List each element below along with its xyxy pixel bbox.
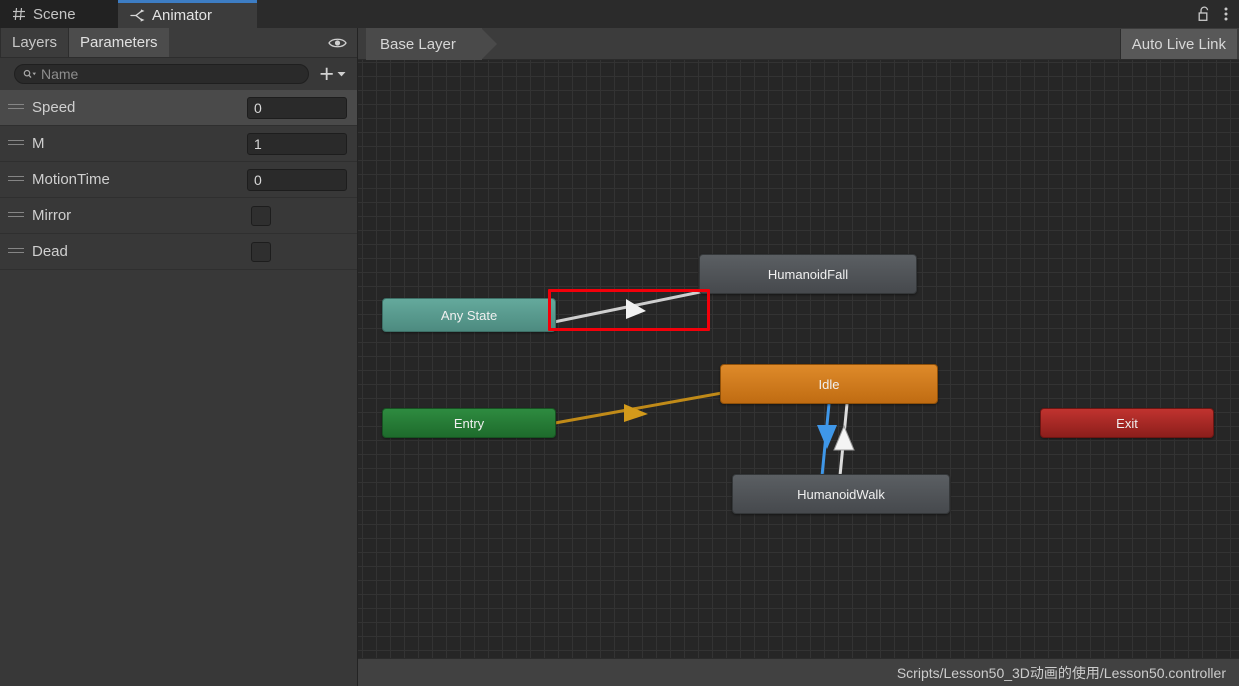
state-node-label: Any State: [440, 307, 498, 323]
state-node-humanoid-walk[interactable]: HumanoidWalk: [732, 474, 950, 514]
transition-anystate-to-humanoidfall: [553, 288, 711, 324]
state-node-label: HumanoidFall: [767, 266, 849, 282]
lock-open-icon[interactable]: [1198, 6, 1211, 22]
tab-layers-label: Layers: [12, 34, 58, 51]
auto-live-link-button[interactable]: Auto Live Link: [1119, 29, 1237, 59]
tab-animator-label: Animator: [152, 7, 213, 24]
parameter-row-motiontime[interactable]: MotionTime 0: [0, 162, 357, 198]
window-tab-bar: Scene Animator: [0, 0, 1239, 28]
tab-scene[interactable]: Scene: [0, 0, 118, 28]
tab-animator[interactable]: Animator: [118, 0, 257, 28]
transition-humanoidwalk-to-idle: [833, 403, 855, 477]
parameter-row-mirror[interactable]: Mirror: [0, 198, 357, 234]
search-input[interactable]: Name: [14, 64, 310, 84]
parameter-name: Dead: [32, 243, 68, 260]
parameter-name: M: [32, 135, 45, 152]
state-node-any-state[interactable]: Any State: [382, 298, 556, 332]
state-node-label: Entry: [453, 415, 485, 431]
parameter-value-field[interactable]: 0: [247, 168, 347, 191]
parameter-name: Speed: [32, 99, 76, 116]
parameter-row-m[interactable]: M 1: [0, 126, 357, 162]
tab-scene-label: Scene: [33, 5, 76, 23]
animator-graph: Base Layer Auto Live Link Any State Huma…: [358, 28, 1239, 686]
search-placeholder: Name: [41, 65, 79, 82]
state-node-idle[interactable]: Idle: [720, 364, 938, 404]
tab-layers[interactable]: Layers: [0, 28, 68, 57]
state-node-entry[interactable]: Entry: [382, 408, 556, 438]
kebab-menu-icon[interactable]: [1224, 6, 1228, 22]
tab-parameters-label: Parameters: [80, 34, 158, 51]
plus-icon: +: [319, 60, 334, 88]
parameter-name: MotionTime: [32, 171, 110, 188]
add-parameter-button[interactable]: +: [315, 60, 350, 88]
parameter-checkbox[interactable]: [251, 205, 271, 226]
state-node-label: HumanoidWalk: [797, 486, 885, 502]
state-node-label: Idle: [818, 376, 840, 392]
search-dropdown-icon: [23, 69, 37, 80]
eye-icon[interactable]: [328, 36, 347, 49]
animator-branch-icon: [130, 9, 145, 22]
drag-handle-icon[interactable]: [8, 211, 24, 220]
parameter-list: Speed 0 M 1 MotionTime 0 Mirror Dead: [0, 90, 357, 270]
state-machine-canvas[interactable]: Any State HumanoidFall Entry Idle Humano…: [358, 60, 1239, 686]
parameter-search-row: Name +: [0, 58, 357, 90]
drag-handle-icon[interactable]: [8, 139, 24, 148]
parameters-panel: Layers Parameters Name + Speed 0 M 1 Mot…: [0, 28, 358, 686]
breadcrumb-bar: Base Layer Auto Live Link: [358, 28, 1239, 60]
parameter-value-field[interactable]: 0: [247, 96, 347, 119]
parameter-row-dead[interactable]: Dead: [0, 234, 357, 270]
transition-entry-to-idle: [554, 391, 723, 425]
tab-parameters[interactable]: Parameters: [68, 28, 169, 57]
chevron-down-icon: [337, 71, 346, 77]
transition-idle-to-humanoidwalk: [817, 403, 837, 477]
drag-handle-icon[interactable]: [8, 103, 24, 112]
parameter-value-field[interactable]: 1: [247, 132, 347, 155]
auto-live-link-label: Auto Live Link: [1131, 35, 1226, 53]
grid-icon: [12, 7, 26, 21]
parameter-checkbox[interactable]: [251, 241, 271, 262]
window-tools: [1198, 0, 1239, 28]
parameter-name: Mirror: [32, 207, 72, 224]
controller-asset-path: Scripts/Lesson50_3D动画的使用/Lesson50.contro…: [896, 664, 1226, 681]
drag-handle-icon[interactable]: [8, 175, 24, 184]
parameter-row-speed[interactable]: Speed 0: [0, 90, 357, 126]
state-node-exit[interactable]: Exit: [1040, 408, 1214, 438]
breadcrumb-base-layer[interactable]: Base Layer: [366, 28, 497, 60]
animator-window: Scene Animator Layers Parameters Name + …: [0, 0, 1239, 686]
state-node-humanoid-fall[interactable]: HumanoidFall: [699, 254, 917, 294]
status-bar: Scripts/Lesson50_3D动画的使用/Lesson50.contro…: [358, 658, 1239, 686]
breadcrumb-label: Base Layer: [380, 35, 456, 53]
drag-handle-icon[interactable]: [8, 247, 24, 256]
state-node-label: Exit: [1116, 415, 1138, 431]
panel-tab-bar: Layers Parameters: [0, 28, 357, 58]
